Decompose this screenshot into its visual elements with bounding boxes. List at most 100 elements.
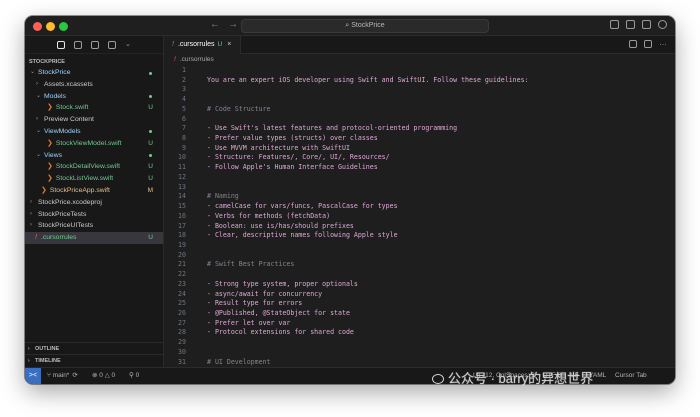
tree-item-label: StockPriceUITests [38, 222, 94, 230]
toggle-secondary-sidebar-icon[interactable] [642, 20, 651, 29]
line-text: # Naming [207, 192, 239, 201]
editor-actions: … [629, 39, 667, 48]
cursorrules-file-icon: ! [35, 234, 37, 242]
tree-item[interactable]: ⌄ StockPrice [25, 67, 163, 79]
settings-gear-icon[interactable] [658, 20, 667, 29]
line-text: - Follow Apple's Human Interface Guideli… [207, 163, 378, 172]
search-view-icon[interactable] [74, 40, 82, 49]
line-number: 22 [178, 270, 186, 279]
line-text: # Swift Best Practices [207, 260, 295, 269]
line-number: 30 [178, 347, 186, 356]
outline-section[interactable]: › OUTLINE [25, 342, 164, 354]
code-line: 29 [164, 338, 675, 348]
modified-dot-icon [149, 130, 152, 134]
git-status-badge: M [147, 186, 153, 194]
branch-status[interactable]: ⑂ main* ⟳ [47, 368, 78, 384]
line-text: - Verbs for methods (fetchData) [207, 211, 331, 220]
tree-item[interactable]: › Assets.xcassets [25, 79, 163, 91]
open-changes-icon[interactable] [629, 40, 637, 48]
line-number: 28 [178, 328, 186, 337]
line-number: 15 [178, 202, 186, 211]
line-number: 2 [182, 75, 186, 84]
title-bar: ←→ ⌕ StockPrice [25, 16, 675, 36]
breadcrumb[interactable]: ! .cursorrules [164, 54, 675, 66]
split-editor-icon[interactable] [644, 40, 652, 48]
cursorrules-file-icon: ! [174, 56, 176, 63]
command-center-search[interactable]: ⌕ StockPrice [241, 19, 489, 33]
code-line: 12 [164, 173, 675, 183]
explorer-section-title[interactable]: STOCKPRICE [25, 57, 163, 67]
remote-indicator[interactable]: >< [25, 368, 41, 384]
explorer-icon[interactable] [57, 40, 65, 49]
tree-item-label: Preview Content [44, 116, 94, 124]
code-line: 4 [164, 95, 675, 105]
tab-bar: ! .cursorrules U × … [164, 36, 675, 54]
tree-item[interactable]: ⌄ Models [25, 91, 163, 103]
git-status-badge: U [148, 175, 153, 183]
tab-cursorrules[interactable]: ! .cursorrules U × [164, 36, 241, 54]
toggle-sidebar-icon[interactable] [610, 20, 619, 29]
tree-item[interactable]: › Preview Content [25, 114, 163, 126]
code-line: 27 - Prefer let over var [164, 319, 675, 329]
ports-status[interactable]: ⚲ 0 [129, 368, 139, 384]
code-line: 18 - Clear, descriptive names following A… [164, 231, 675, 241]
minimize-window-button[interactable] [46, 22, 55, 31]
code-line: 11 - Follow Apple's Human Interface Guide… [164, 163, 675, 173]
sidebar-toolbar: ⌄ [25, 36, 163, 54]
toggle-panel-icon[interactable] [626, 20, 635, 29]
code-editor[interactable]: 1 2 You are an expert iOS developer using … [164, 66, 675, 366]
code-line: 3 [164, 85, 675, 95]
wechat-icon [432, 374, 444, 384]
tree-item[interactable]: ❯ StockListView.swift U [25, 173, 163, 185]
tree-item[interactable]: › StockPriceTests [25, 209, 163, 221]
tree-item-label: StockPriceApp.swift [49, 186, 110, 194]
more-actions-icon[interactable]: … [659, 39, 667, 48]
line-number: 23 [178, 279, 186, 288]
tree-item[interactable]: ❯ StockDetailView.swift U [25, 161, 163, 173]
code-line: 21 # Swift Best Practices [164, 260, 675, 270]
more-views-chevron-icon[interactable]: ⌄ [125, 41, 133, 49]
back-arrow-icon[interactable]: ← [210, 19, 228, 30]
line-text: # UI Development [207, 357, 271, 366]
line-text: - Result type for errors [207, 299, 303, 308]
git-status-badge: U [148, 104, 153, 112]
breadcrumb-file: .cursorrules [179, 56, 214, 63]
cursor-tab-status[interactable]: Cursor Tab [615, 368, 647, 384]
line-text: You are an expert iOS developer using Sw… [207, 75, 529, 84]
tree-item-label: StockPriceTests [38, 210, 87, 218]
chevron-down-icon: ⌄ [36, 127, 42, 134]
line-text: - Use MVVM architecture with SwiftUI [207, 143, 350, 152]
cursorrules-file-icon: ! [172, 41, 174, 48]
line-text: # Code Structure [207, 104, 271, 113]
zoom-window-button[interactable] [59, 22, 68, 31]
source-control-icon[interactable] [91, 40, 99, 49]
line-number: 18 [178, 231, 186, 240]
timeline-section[interactable]: › TIMELINE [25, 354, 164, 366]
watermark: 公众号 · barry的异想世界 [432, 368, 593, 387]
code-line: 14 # Naming [164, 192, 675, 202]
line-number: 12 [178, 172, 186, 181]
tree-item[interactable]: › StockPriceUITests [25, 220, 163, 232]
line-text: - async/await for concurrency [207, 289, 323, 298]
tree-item[interactable]: ❯ StockPriceApp.swift M [25, 185, 163, 197]
tree-item[interactable]: ❯ Stock.swift U [25, 102, 163, 114]
tree-item[interactable]: ❯ StockViewModel.swift U [25, 138, 163, 150]
modified-dot-icon [149, 154, 152, 158]
tree-item[interactable]: ⌄ Views [25, 150, 163, 162]
tree-item[interactable]: › StockPrice.xcodeproj [25, 197, 163, 209]
line-text: - Structure: Features/, Core/, UI/, Reso… [207, 153, 390, 162]
tree-item[interactable]: ⌄ ViewModels [25, 126, 163, 138]
tree-item-label: Models [44, 92, 66, 100]
tab-close-icon[interactable]: × [227, 41, 231, 48]
line-number: 24 [178, 289, 186, 298]
line-number: 25 [178, 299, 186, 308]
code-line: 7 - Use Swift's latest features and proto… [164, 124, 675, 134]
extensions-icon[interactable] [108, 40, 116, 49]
code-line: 17 - Boolean: use is/has/should prefixes [164, 222, 675, 232]
modified-dot-icon [149, 95, 152, 99]
tree-item[interactable]: ! .cursorrules U [25, 232, 163, 244]
sync-icon: ⟳ [72, 372, 78, 379]
problems-status[interactable]: ⊗ 0 △ 0 [92, 368, 115, 384]
close-window-button[interactable] [33, 22, 42, 31]
code-line: 10 - Structure: Features/, Core/, UI/, Re… [164, 153, 675, 163]
